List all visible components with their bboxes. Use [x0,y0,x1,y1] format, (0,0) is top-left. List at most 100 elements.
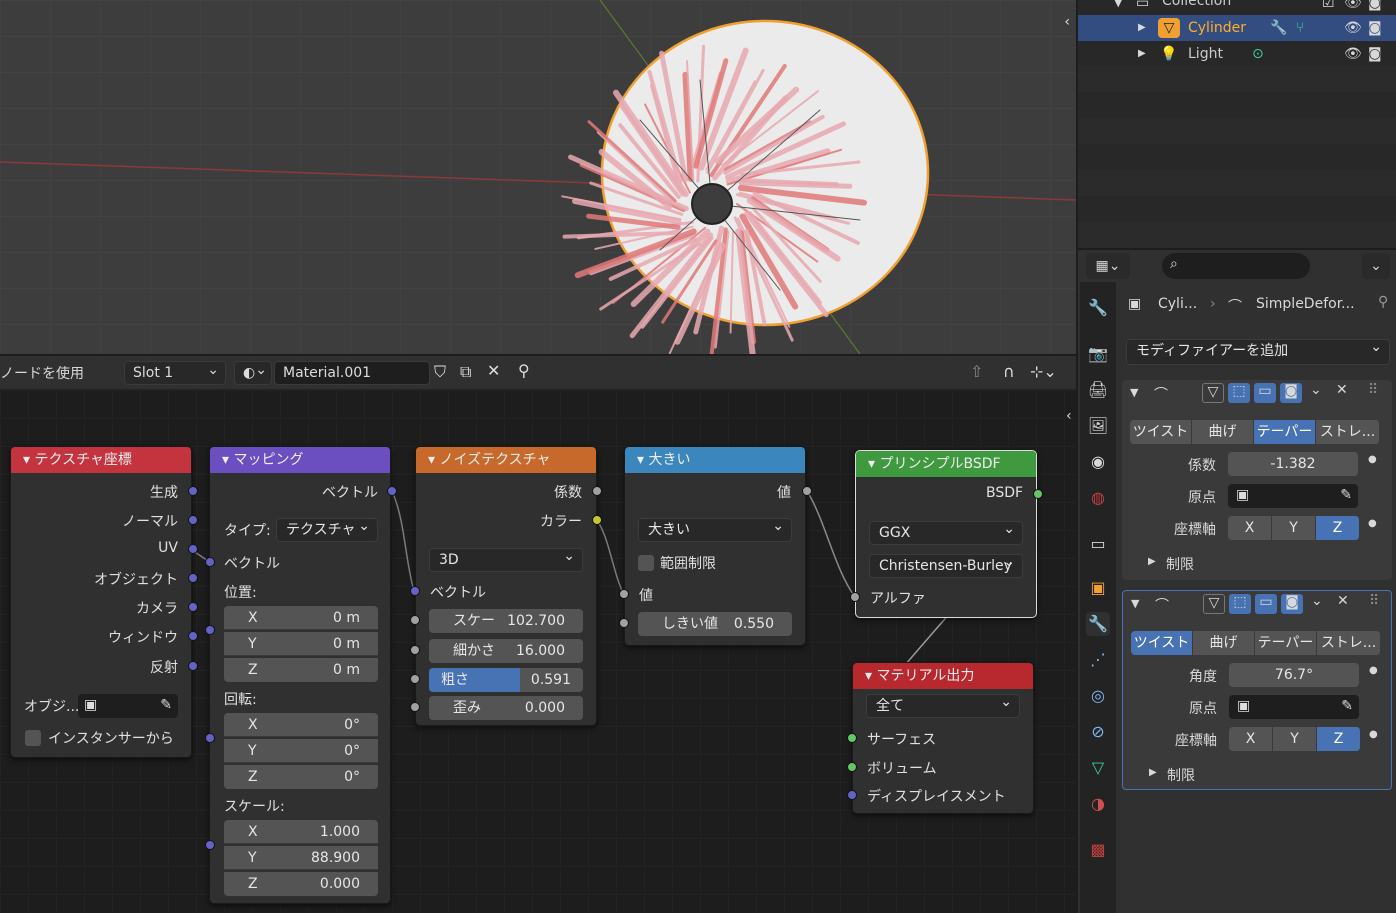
origin-field[interactable]: ▣ ✎ [1228,484,1358,508]
texcoord-output-socket[interactable] [188,573,198,583]
chevron-right-icon[interactable]: ▶ [1148,556,1156,567]
modifier-tab-icon[interactable]: 🔧 [1086,612,1110,636]
axis-z-button[interactable]: Z [1317,727,1361,751]
mode-tab[interactable]: ツイスト [1130,420,1192,444]
texture-tab-icon[interactable]: ▩ [1086,838,1110,862]
scale-socket[interactable] [205,840,215,850]
on-cage-icon[interactable]: ⬚ [1229,594,1251,614]
view-layer-tab-icon[interactable]: 🖼 [1086,414,1110,438]
camera-icon[interactable]: ◙ [1368,0,1382,16]
mapping-rotation-y-field[interactable]: Y 0° [224,739,378,763]
mode-tab[interactable]: ストレ... [1317,631,1381,655]
on-cage-icon[interactable]: ⬚ [1228,383,1250,403]
noise-vector-socket[interactable] [410,586,420,596]
axis-x-button[interactable]: X [1229,727,1273,751]
mode-tab[interactable]: ストレ... [1316,420,1380,444]
output-target-dropdown[interactable]: 全て [866,691,1020,718]
object-name[interactable]: Cylinder [1188,15,1246,41]
texcoord-output-socket[interactable] [188,602,198,612]
eye-icon[interactable]: 👁 [1344,41,1362,67]
keyframe-dot-icon[interactable]: ● [1369,665,1378,676]
limits-subpanel-label[interactable]: 制限 [1167,765,1195,785]
collection-tab-icon[interactable]: ▭ [1086,532,1110,556]
mapping-type-dropdown[interactable]: テクスチャ [276,515,378,542]
mapping-rotation-x-field[interactable]: X 0° [224,713,378,737]
eye-icon[interactable]: 👁 [1344,15,1362,41]
constraints-tab-icon[interactable]: ⊘ [1086,720,1110,744]
eye-icon[interactable]: 👁 [1344,0,1362,16]
close-icon[interactable]: ✕ [1337,593,1349,609]
simple-deform-modifier-panel[interactable]: ▼ ⌒ ▽ ⬚ ▭ ◙ ⌄ ✕ ⠿ ツイスト 曲げ テーパー ストレ... 係数 -1.382 ● 原点 ▣ ✎ 座標… [1122,380,1392,580]
mapping-scale-x-field[interactable]: X 1.000 [224,820,378,844]
axis-z-button[interactable]: Z [1316,516,1360,540]
scene-tab-icon[interactable]: ◉ [1086,450,1110,474]
texcoord-output-socket[interactable] [188,486,198,496]
checkbox-icon[interactable]: ☑ [1322,0,1335,16]
mapping-scale-z-field[interactable]: Z 0.000 [224,872,378,896]
mapping-location-x-field[interactable]: X 0 m [224,606,378,630]
clamp-checkbox[interactable] [638,555,654,571]
limits-subpanel-label[interactable]: 制限 [1166,554,1194,574]
edit-mode-icon[interactable]: ▽ [1203,594,1225,614]
physics-tab-icon[interactable]: ◎ [1086,684,1110,708]
eyedropper-icon[interactable]: ✎ [1341,698,1353,714]
texcoord-output-socket[interactable] [188,661,198,671]
outliner-row-cylinder[interactable]: ▶ ▽ Cylinder 🔧 ⑂ 👁 ◙ [1078,15,1396,41]
texcoord-output-socket[interactable] [188,515,198,525]
mode-tab[interactable]: テーパー [1255,631,1317,655]
outliner-row-light[interactable]: ▶ 💡 Light ⊙ 👁 ◙ [1078,41,1396,67]
mapping-out-vector-socket[interactable] [387,486,397,496]
math-in-value-socket[interactable] [619,589,629,599]
node-header[interactable]: ▾ マッピング [210,447,390,473]
rotation-socket[interactable] [205,733,215,743]
simple-deform-modifier-panel[interactable]: ▼ ⌒ ▽ ⬚ ▭ ◙ ⌄ ✕ ⠿ ツイスト 曲げ テーパー ストレ... 角度 76.7° ● 原点 ▣ ✎ 座標軸… [1122,590,1392,790]
mode-tab[interactable]: テーパー [1254,420,1316,444]
wrench-icon[interactable]: 🔧 [1270,15,1287,41]
keyframe-dot-icon[interactable]: ● [1368,454,1377,465]
mode-tab[interactable]: 曲げ [1192,420,1254,444]
node-header[interactable]: ▾ ノイズテクスチャ [416,447,596,473]
mapping-location-y-field[interactable]: Y 0 m [224,632,378,656]
tool-tab-icon[interactable]: 🔧 [1086,296,1110,320]
alpha-socket[interactable] [850,592,860,602]
origin-field[interactable]: ▣ ✎ [1229,695,1359,719]
object-field[interactable]: ▣ ✎ [78,694,178,718]
math-operation-dropdown[interactable]: 大きい [638,515,792,542]
instancer-checkbox[interactable] [25,730,41,746]
node-header[interactable]: ▾ 大きい [625,447,805,473]
mapping-scale-y-field[interactable]: Y 88.900 [224,846,378,870]
volume-socket[interactable] [847,762,857,772]
subsurface-method-dropdown[interactable]: Christensen-Burley [869,551,1023,578]
eyedropper-icon[interactable]: ✎ [1340,487,1352,503]
outliner-row-collection[interactable]: ▼ ▭ Collection ☑ 👁 ◙ [1078,0,1396,16]
material-tab-icon[interactable]: ◑ [1086,792,1110,816]
render-icon[interactable]: ◙ [1280,383,1302,403]
noise-roughness-socket[interactable] [410,674,420,684]
object-name[interactable]: Light [1188,41,1223,67]
bsdf-out-socket[interactable] [1033,489,1043,499]
axis-x-button[interactable]: X [1228,516,1272,540]
param-field[interactable]: 76.7° [1229,663,1359,687]
particles-tab-icon[interactable]: ⋰ [1086,648,1110,672]
noise-distortion-field[interactable]: 歪み 0.000 [429,696,583,720]
mesh-data-icon[interactable]: ⑂ [1296,15,1304,41]
camera-icon[interactable]: ◙ [1368,41,1382,67]
node-header[interactable]: ▾ プリンシプルBSDF [856,451,1036,477]
param-field[interactable]: -1.382 [1228,452,1358,476]
noise-scale-socket[interactable] [410,615,420,625]
viewport-display-icon[interactable]: ▭ [1254,383,1276,403]
noise-scale-field[interactable]: スケー 102.700 [429,609,583,633]
chevron-right-icon[interactable]: ▶ [1149,767,1157,778]
texcoord-output-socket[interactable] [188,544,198,554]
chevron-right-icon[interactable]: ▶ [1138,15,1146,41]
noise-roughness-slider[interactable]: 粗さ 0.591 [429,668,583,692]
chevron-down-icon[interactable]: ⌄ [1310,382,1322,398]
keyframe-dot-icon[interactable]: ● [1369,729,1378,740]
keyframe-dot-icon[interactable]: ● [1368,518,1377,529]
node-header[interactable]: ▾ テクスチャ座標 [11,447,191,473]
math-out-value-socket[interactable] [802,486,812,496]
render-icon[interactable]: ◙ [1281,594,1303,614]
distribution-dropdown[interactable]: GGX [869,518,1023,545]
noise-distortion-socket[interactable] [410,702,420,712]
data-tab-icon[interactable]: ▽ [1086,756,1110,780]
